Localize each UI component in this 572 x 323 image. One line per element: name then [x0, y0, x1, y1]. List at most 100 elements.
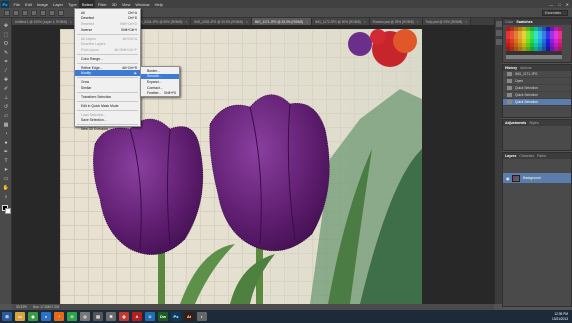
document-tab[interactable]: IMG_0234.JPG @ 50% (RGB/8) ×	[133, 18, 192, 25]
maximize-icon[interactable]: □	[558, 2, 560, 7]
lasso-tool-icon[interactable]: ʘ	[2, 40, 10, 48]
menu-window[interactable]: Window	[133, 0, 152, 8]
menu-edit[interactable]: Edit	[22, 0, 34, 8]
tab-paths[interactable]: Paths	[537, 154, 546, 158]
move-tool-icon[interactable]: ✥	[2, 22, 10, 30]
subtract-selection-button[interactable]	[31, 9, 37, 16]
dreamweaver-icon[interactable]: Dw	[158, 312, 168, 321]
chrome-icon[interactable]: ◉	[28, 312, 38, 321]
menu-item-modify[interactable]: Modify ▶	[75, 70, 140, 77]
settings-icon[interactable]: ✱	[106, 312, 116, 321]
hand-tool-icon[interactable]: ✋	[2, 184, 10, 192]
photoshop-icon[interactable]: Ps	[171, 312, 181, 321]
quick-selection-tool-icon[interactable]: ✎	[2, 49, 10, 57]
history-brush-tool-icon[interactable]: ↺	[2, 103, 10, 111]
menu-item-transform-selection[interactable]: Transform Selection	[75, 94, 140, 100]
eye-icon[interactable]: ◉	[506, 176, 510, 181]
clone-stamp-tool-icon[interactable]: ⊥	[2, 94, 10, 102]
document-tab[interactable]: IMG_1172.JPG @ 50% (RGB/8) ×	[311, 18, 370, 25]
ie-icon[interactable]: e	[41, 312, 51, 321]
workspace-select[interactable]: Essentials	[542, 10, 568, 16]
pen-tool-icon[interactable]: ✒	[2, 148, 10, 156]
close-icon[interactable]: ×	[246, 20, 248, 24]
close-icon[interactable]: ×	[364, 20, 366, 24]
tab-history[interactable]: History	[505, 66, 517, 70]
rectangle-tool-icon[interactable]: ▭	[2, 175, 10, 183]
minimize-icon[interactable]: —	[549, 2, 553, 7]
tool-preset-button[interactable]	[4, 9, 10, 16]
history-item[interactable]: Open	[503, 78, 571, 85]
healing-brush-tool-icon[interactable]: ✚	[2, 76, 10, 84]
enhance-edge-checkbox[interactable]	[58, 9, 64, 16]
quickbooks-icon[interactable]: ⊙	[67, 312, 77, 321]
vpn-icon[interactable]: U	[145, 312, 155, 321]
system-clock[interactable]: 12:39 PM 10/21/2013	[552, 312, 568, 321]
background-color-swatch[interactable]	[5, 208, 11, 214]
new-selection-button[interactable]	[13, 9, 19, 16]
tab-actions[interactable]: Actions	[520, 66, 531, 70]
tab-channels[interactable]: Channels	[519, 154, 534, 158]
tab-adjustments[interactable]: Adjustments	[505, 121, 526, 125]
gradient-tool-icon[interactable]: ▦	[2, 121, 10, 129]
tab-swatches[interactable]: Swatches	[516, 20, 532, 24]
menu-item-inverse[interactable]: Inverse Shift+Ctrl+I	[75, 27, 140, 33]
document-tab[interactable]: IMG_0235.JPG @ 33.3% (RGB/8) ×	[191, 18, 252, 25]
eyedropper-tool-icon[interactable]: ⁄	[2, 67, 10, 75]
layer-row[interactable]: ◉ Background	[503, 173, 571, 183]
history-item[interactable]: Quick Selection	[503, 92, 571, 99]
crop-tool-icon[interactable]: ⌗	[2, 58, 10, 66]
document-tab[interactable]: Untitled-1 @ 100% (Layer 1, RGB/8) ×	[12, 18, 76, 25]
close-icon[interactable]: ×	[465, 20, 467, 24]
path-selection-tool-icon[interactable]: ➤	[2, 166, 10, 174]
menu-file[interactable]: File	[11, 0, 22, 8]
close-icon[interactable]: ✕	[566, 2, 569, 7]
tab-color[interactable]: Color	[505, 20, 513, 24]
eraser-tool-icon[interactable]: ▱	[2, 112, 10, 120]
brush-size-button[interactable]	[40, 9, 46, 16]
menu-type[interactable]: Type	[66, 0, 80, 8]
app2-icon[interactable]: ◐	[197, 312, 207, 321]
windows-start-icon[interactable]: ⊞	[2, 312, 12, 321]
zoom-level[interactable]: 33.33%	[16, 305, 27, 309]
type-tool-icon[interactable]: T	[2, 157, 10, 165]
blur-tool-icon[interactable]: ◔	[2, 130, 10, 138]
swatch-chip[interactable]	[558, 55, 562, 59]
menu-item-color-range[interactable]: Color Range...	[75, 56, 140, 62]
menu-item-feather[interactable]: Feather... Shift+F6	[141, 90, 179, 96]
menu-view[interactable]: View	[119, 0, 133, 8]
menu-image[interactable]: Image	[34, 0, 50, 8]
menu-help[interactable]: Help	[152, 0, 165, 8]
close-icon[interactable]: ×	[70, 20, 72, 24]
menu-layer[interactable]: Layer	[50, 0, 65, 8]
add-selection-button[interactable]	[22, 9, 28, 16]
menu-item-similar[interactable]: Similar	[75, 85, 140, 91]
menu-item-edit-in-quick-mask-mode[interactable]: Edit in Quick Mask Mode	[75, 103, 140, 109]
calc-icon[interactable]: ▤	[93, 312, 103, 321]
document-tab[interactable]: Tulip.psd @ 25% (RGB/8) ×	[422, 18, 472, 25]
brush-tool-icon[interactable]: ✐	[2, 85, 10, 93]
menu-select[interactable]: Select	[79, 0, 96, 8]
menu-item-new-3d-extrusion[interactable]: New 3D Extrusion	[75, 127, 140, 133]
media-icon[interactable]: ◍	[119, 312, 129, 321]
menu-item-save-selection[interactable]: Save Selection...	[75, 118, 140, 124]
tab-styles[interactable]: Styles	[529, 121, 539, 125]
sample-all-checkbox[interactable]	[49, 9, 55, 16]
document-tab[interactable]: Flowers.psd @ 25% (RGB/8) ×	[369, 18, 423, 25]
document-tab[interactable]: IMG_1171.JPG @ 33.3% (RGB/8) ×	[251, 18, 312, 25]
illustrator-icon[interactable]: Ai	[184, 312, 194, 321]
menu-filter[interactable]: Filter	[95, 0, 109, 8]
history-snapshot[interactable]: IMG_1171.JPG	[503, 71, 571, 78]
close-icon[interactable]: ×	[185, 20, 187, 24]
dodge-tool-icon[interactable]: ●	[2, 139, 10, 147]
acrobat-icon[interactable]: A	[132, 312, 142, 321]
zoom-tool-icon[interactable]: ⌕	[2, 193, 10, 201]
history-item[interactable]: Quick Selection	[503, 85, 571, 92]
close-icon[interactable]: ×	[417, 20, 419, 24]
tab-layers[interactable]: Layers	[505, 154, 516, 158]
app-icon[interactable]: ◎	[80, 312, 90, 321]
history-item[interactable]: Quick Selection	[503, 99, 571, 106]
close-icon[interactable]: ×	[306, 20, 308, 24]
firefox-icon[interactable]: ◔	[54, 312, 64, 321]
marquee-tool-icon[interactable]: ⬚	[2, 31, 10, 39]
file-explorer-icon[interactable]: ▭	[15, 312, 25, 321]
